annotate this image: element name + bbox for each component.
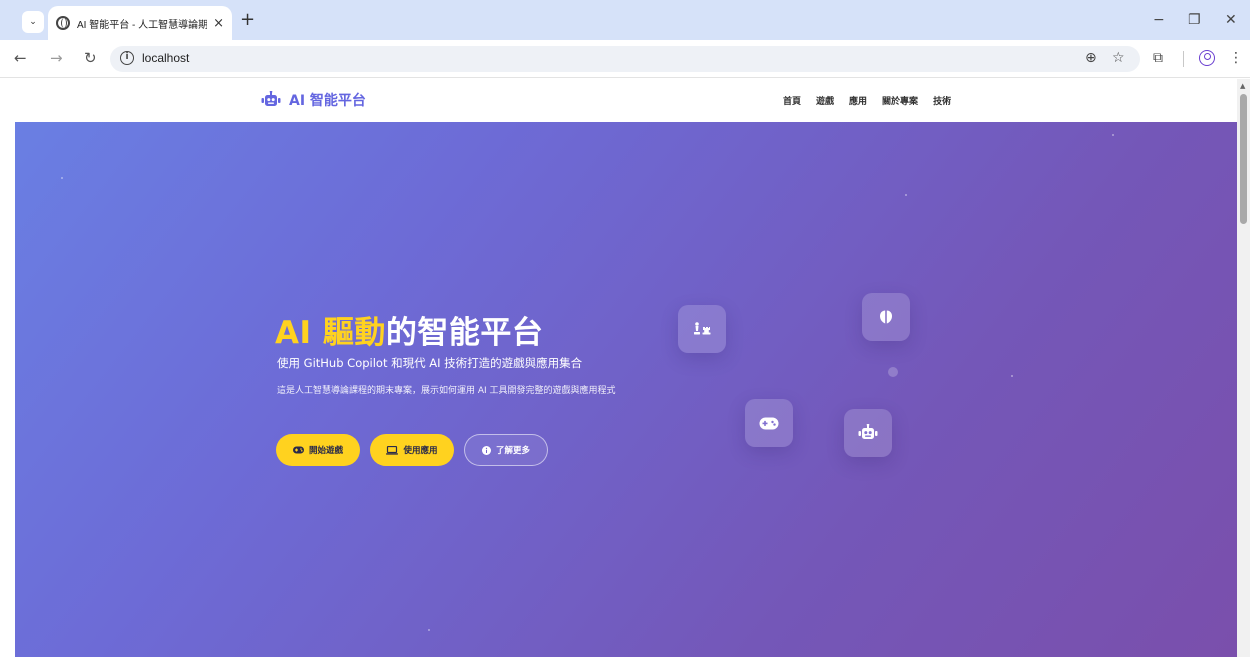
hero-title-highlight: AI 驅動 <box>275 315 386 351</box>
gamepad-icon <box>292 446 304 454</box>
tab-title: AI 智能平台 - 人工智慧導論期末專案 <box>77 19 208 31</box>
new-tab-button[interactable]: + <box>240 10 255 30</box>
toolbar-divider <box>1183 51 1184 67</box>
site-navbar: AI 智能平台 首頁 遊戲 應用 關於專案 技術 <box>15 79 1237 122</box>
window-close-button[interactable]: ✕ <box>1225 12 1237 28</box>
decor-dot <box>905 194 907 196</box>
chevron-down-icon: ⌄ <box>29 17 37 27</box>
floating-card-brain <box>862 293 910 341</box>
browser-tab-active[interactable]: AI 智能平台 - 人工智慧導論期末專案 × <box>48 6 232 40</box>
decor-dot <box>888 367 898 377</box>
learn-more-button[interactable]: 了解更多 <box>464 434 548 466</box>
scroll-up-arrow-icon[interactable]: ▲ <box>1240 82 1245 90</box>
use-apps-button[interactable]: 使用應用 <box>370 434 454 466</box>
page-viewport: AI 智能平台 首頁 遊戲 應用 關於專案 技術 AI 驅動的智能平台 使用 G… <box>15 79 1237 657</box>
decor-dot <box>1011 375 1013 377</box>
scrollbar-thumb[interactable] <box>1240 94 1247 224</box>
decor-dot <box>1112 134 1114 136</box>
start-game-label: 開始遊戲 <box>308 446 343 456</box>
main-nav: 首頁 遊戲 應用 關於專案 技術 <box>783 94 951 107</box>
brand-name: AI 智能平台 <box>289 93 366 109</box>
floating-card-gamepad <box>745 399 793 447</box>
robot-icon <box>858 424 878 439</box>
extensions-icon[interactable]: ⧉ <box>1153 50 1163 66</box>
hero-title: AI 驅動的智能平台 <box>275 307 543 352</box>
nav-link-apps[interactable]: 應用 <box>849 94 867 107</box>
start-game-button[interactable]: 開始遊戲 <box>276 434 360 466</box>
decor-dot <box>61 177 63 179</box>
gamepad-icon <box>759 417 779 429</box>
browser-menu-icon[interactable]: ⋮ <box>1229 50 1243 66</box>
restore-button[interactable]: ❐ <box>1188 12 1201 28</box>
browser-toolbar: ← → ↻ i localhost ⊕ ☆ ⧉ ⋮ <box>0 40 1250 78</box>
zoom-icon[interactable]: ⊕ <box>1085 50 1097 66</box>
minimize-button[interactable]: − <box>1153 12 1165 28</box>
tab-search-button[interactable]: ⌄ <box>22 11 44 33</box>
hero-section: AI 驅動的智能平台 使用 GitHub Copilot 和現代 AI 技術打造… <box>15 122 1237 657</box>
nav-link-tech[interactable]: 技術 <box>933 94 951 107</box>
brain-icon <box>880 310 892 324</box>
nav-link-about[interactable]: 關於專案 <box>882 94 918 107</box>
brand-logo-link[interactable]: AI 智能平台 <box>261 90 366 110</box>
learn-more-label: 了解更多 <box>495 446 530 456</box>
info-circle-icon <box>481 445 491 455</box>
profile-avatar-icon[interactable] <box>1199 50 1215 66</box>
nav-link-games[interactable]: 遊戲 <box>816 94 834 107</box>
browser-tabstrip: ⌄ AI 智能平台 - 人工智慧導論期末專案 × + − ❐ ✕ <box>0 0 1250 40</box>
url-text[interactable]: localhost <box>142 51 189 65</box>
hero-subtitle: 使用 GitHub Copilot 和現代 AI 技術打造的遊戲與應用集合 <box>277 356 583 370</box>
hero-description: 這是人工智慧導論課程的期末專案，展示如何運用 AI 工具開發完整的遊戲與應用程式 <box>277 386 616 396</box>
floating-card-robot <box>844 409 892 457</box>
globe-icon <box>56 16 70 30</box>
floating-card-chess <box>678 305 726 353</box>
robot-icon <box>261 91 281 106</box>
hero-title-rest: 的智能平台 <box>385 315 544 351</box>
bookmark-star-icon[interactable]: ☆ <box>1112 50 1125 66</box>
reload-button[interactable]: ↻ <box>84 49 97 67</box>
page-scrollbar[interactable]: ▲ <box>1237 79 1250 657</box>
nav-link-home[interactable]: 首頁 <box>783 94 801 107</box>
back-button[interactable]: ← <box>14 49 27 67</box>
tab-close-button[interactable]: × <box>213 17 224 30</box>
site-info-icon[interactable]: i <box>120 51 134 65</box>
forward-button[interactable]: → <box>50 49 63 67</box>
chess-icon <box>694 322 711 335</box>
use-apps-label: 使用應用 <box>403 446 438 456</box>
address-bar[interactable]: i localhost ⊕ ☆ <box>110 46 1140 72</box>
decor-dot <box>428 629 430 631</box>
laptop-icon <box>386 445 399 455</box>
